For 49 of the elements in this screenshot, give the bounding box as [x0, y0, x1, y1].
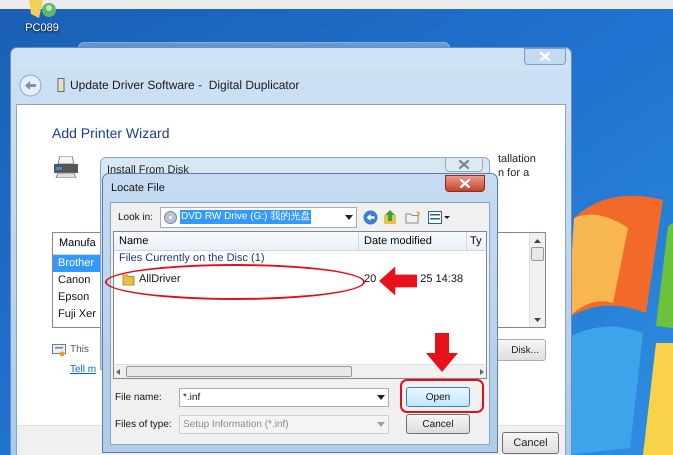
scroll-thumb[interactable]: [531, 247, 544, 261]
cancel-button[interactable]: Cancel: [502, 432, 559, 454]
disc-icon: [164, 210, 177, 224]
look-in-label: Look in:: [118, 210, 154, 224]
scroll-right-icon[interactable]: [480, 368, 484, 374]
window-title: Update Driver Software - Digital Duplicator: [70, 77, 300, 94]
up-folder-icon[interactable]: [383, 210, 398, 224]
close-icon: [459, 160, 469, 169]
desktop-icon-label[interactable]: PC089: [25, 22, 59, 35]
scrollbar[interactable]: [529, 233, 545, 327]
printer-icon: [52, 156, 80, 178]
left-arrow-icon: [379, 265, 417, 297]
dialog-title: Install From Disk: [107, 164, 189, 176]
dialog-title: Locate File: [111, 180, 165, 196]
instruction-text: n for a: [498, 166, 530, 180]
certificate-icon: [52, 344, 66, 357]
new-folder-icon[interactable]: [405, 210, 420, 224]
date-text: 25 14:38: [420, 272, 464, 287]
close-button[interactable]: [445, 175, 485, 192]
scroll-left-icon[interactable]: [116, 368, 120, 374]
down-arrow-icon: [426, 333, 458, 372]
cancel-button[interactable]: Cancel: [406, 414, 470, 434]
instruction-text: tallation: [498, 152, 537, 166]
view-menu-icon[interactable]: [428, 210, 450, 224]
scroll-down-icon[interactable]: [534, 318, 541, 322]
close-icon: [460, 179, 470, 188]
back-icon[interactable]: [19, 74, 42, 96]
group-header: Files Currently on the Disc (1): [119, 251, 266, 265]
date-text: 20: [364, 272, 376, 287]
scroll-thumb[interactable]: [126, 366, 352, 377]
horizontal-scrollbar[interactable]: [114, 364, 486, 378]
open-button[interactable]: Open: [406, 387, 470, 407]
tell-me-link[interactable]: Tell m: [70, 363, 96, 377]
close-icon: [540, 52, 550, 61]
back-icon[interactable]: [363, 210, 378, 224]
caret-icon: [345, 214, 353, 220]
column-header[interactable]: Name: [114, 232, 359, 250]
column-header[interactable]: Date modified: [359, 232, 467, 250]
caret-icon: [377, 394, 385, 400]
look-in-value: DVD RW Drive (G:) 我的光盘: [180, 210, 312, 224]
file-type-label: Files of type:: [115, 418, 173, 432]
file-name-field[interactable]: *.inf: [179, 388, 389, 406]
column-header[interactable]: Ty: [467, 232, 485, 250]
file-name-label: File name:: [115, 390, 163, 404]
wizard-heading: Add Printer Wizard: [52, 124, 170, 142]
device-icon: [57, 78, 65, 92]
scroll-up-icon[interactable]: [534, 239, 541, 243]
file-name[interactable]: AllDriver: [139, 270, 181, 288]
signed-driver-text: This: [70, 343, 90, 357]
